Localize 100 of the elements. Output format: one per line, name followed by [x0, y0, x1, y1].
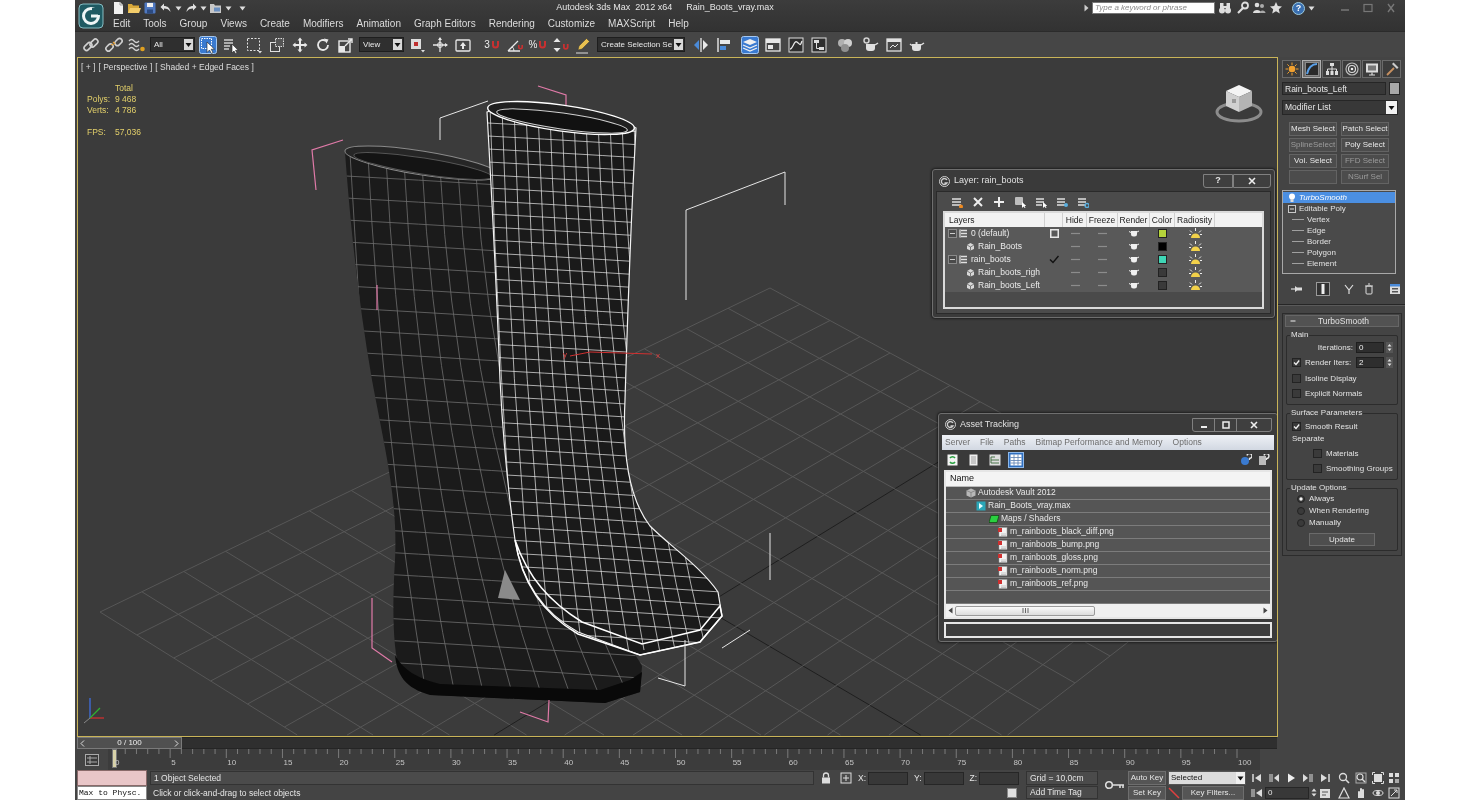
table-grid-icon[interactable]: [1008, 451, 1024, 468]
zoom-extents-icon[interactable]: [1371, 771, 1384, 784]
broken-chain-icon[interactable]: [105, 35, 123, 54]
modifier-set-button[interactable]: Vol. Select: [1289, 154, 1337, 168]
list-ring-icon[interactable]: [1077, 195, 1089, 208]
crosshair-icon[interactable]: [431, 35, 449, 54]
modifier-set-button[interactable]: Patch Select: [1341, 122, 1389, 136]
grid-box-icon[interactable]: [84, 753, 99, 766]
menu-item[interactable]: Views: [220, 17, 247, 30]
checkbox[interactable]: [1313, 464, 1322, 473]
viewport-menu-label[interactable]: [ Shaded + Edged Faces ]: [155, 61, 254, 74]
square-cursor-icon[interactable]: [1014, 195, 1026, 208]
column-header[interactable]: Name: [946, 471, 1270, 487]
teapot-icon[interactable]: [1129, 282, 1139, 289]
help-button[interactable]: ?: [1292, 1, 1305, 15]
command-panel-tab[interactable]: [1342, 60, 1361, 78]
triangle-icon[interactable]: [1338, 786, 1350, 799]
layer-name[interactable]: Rain_boots_righ: [978, 266, 1040, 279]
spinner-arrows-icon[interactable]: [1386, 342, 1393, 353]
command-panel-tab[interactable]: [1282, 60, 1301, 78]
schematic-icon[interactable]: [810, 35, 829, 54]
zoom-icon[interactable]: [1338, 771, 1350, 784]
scrollbar-thumb[interactable]: [955, 605, 1095, 616]
command-panel-tab[interactable]: [1302, 60, 1321, 78]
auto-key-button[interactable]: Auto Key: [1128, 771, 1166, 785]
caret-icon[interactable]: [200, 5, 207, 11]
menu-item[interactable]: Create: [259, 17, 290, 30]
teapot-circle-icon[interactable]: [862, 35, 881, 54]
radio-button[interactable]: [1297, 495, 1305, 503]
teapot-icon[interactable]: [1129, 256, 1139, 263]
color-swatch-icon[interactable]: [1158, 255, 1167, 264]
modifier-list-dropdown[interactable]: Modifier List: [1282, 100, 1398, 115]
color-swatch-icon[interactable]: [1158, 229, 1167, 238]
sun-icon[interactable]: [1188, 228, 1202, 239]
modifier-stack-item[interactable]: Border: [1283, 236, 1395, 247]
people-icon[interactable]: [1252, 1, 1266, 15]
menu-item[interactable]: Options: [1172, 436, 1202, 449]
new-file-icon[interactable]: [111, 1, 125, 15]
panel-toggle-icon[interactable]: [764, 35, 783, 54]
dashed-square-icon[interactable]: [245, 35, 263, 54]
scale-box-icon[interactable]: [337, 35, 355, 54]
update-button[interactable]: Update: [1309, 533, 1375, 546]
script-input-field[interactable]: Max to Physc.: [77, 786, 147, 800]
chevron-right-icon[interactable]: [174, 739, 179, 747]
teapot-icon[interactable]: [1129, 230, 1139, 237]
open-folder-icon[interactable]: [127, 1, 141, 15]
chevron-left-icon[interactable]: [80, 739, 85, 747]
sun-icon[interactable]: [1188, 267, 1202, 278]
layer-name[interactable]: rain_boots: [971, 253, 1011, 266]
modifier-set-button[interactable]: Mesh Select: [1289, 122, 1337, 136]
scroll-left-icon[interactable]: [948, 607, 953, 615]
trackbar[interactable]: 0 5 10 15 20 25 30 35 40 45 50 55 60 65 70 75 80 85 90 95 100: [108, 749, 1260, 770]
padlock-icon[interactable]: [820, 772, 832, 784]
coordinate-field[interactable]: [868, 771, 909, 785]
menu-item[interactable]: MAXScript: [608, 17, 656, 30]
coordinate-system-dropdown[interactable]: View: [359, 37, 404, 52]
percent-snap-button[interactable]: %: [528, 34, 548, 55]
vertical-bar-icon[interactable]: [1316, 282, 1330, 296]
scroll-right-icon[interactable]: [1263, 607, 1268, 615]
viewport-menu-label[interactable]: [ Perspective ]: [98, 61, 153, 74]
skip-to-end-icon[interactable]: [1319, 771, 1331, 784]
menu-item[interactable]: Rendering: [488, 17, 535, 30]
zoom-all-icon[interactable]: [1354, 771, 1367, 784]
checkbox[interactable]: [1292, 389, 1301, 398]
play-icon[interactable]: [1285, 771, 1297, 784]
menu-item[interactable]: Help: [668, 17, 689, 30]
app-logo-icon[interactable]: [78, 2, 104, 29]
sun-icon[interactable]: [1188, 254, 1202, 265]
menu-item[interactable]: Animation: [356, 17, 401, 30]
menu-item[interactable]: Edit: [113, 17, 131, 30]
trash-bin-icon[interactable]: [1362, 282, 1376, 296]
plus-icon[interactable]: [993, 195, 1005, 208]
coordinate-field[interactable]: [923, 771, 964, 785]
window-lines-icon[interactable]: [1319, 786, 1331, 799]
maximize-icon[interactable]: [1221, 420, 1230, 429]
layer-name[interactable]: 0 (default): [971, 227, 1010, 240]
time-slider-track[interactable]: 0 / 100: [77, 737, 1277, 749]
modifier-stack-item[interactable]: Edge: [1283, 225, 1395, 236]
menu-item[interactable]: Server: [945, 436, 971, 449]
expand-arrow-icon[interactable]: [1084, 4, 1089, 12]
light-bulb-icon[interactable]: [1288, 192, 1296, 203]
menu-item[interactable]: Graph Editors: [413, 17, 476, 30]
key-icon[interactable]: [1105, 780, 1125, 790]
spinner-arrows-icon[interactable]: [1311, 787, 1317, 798]
rollout-header[interactable]: TurboSmooth: [1285, 315, 1399, 327]
teapot-icon[interactable]: [1129, 269, 1139, 276]
search-field[interactable]: Type a keyword or phrase: [1092, 2, 1215, 14]
menu-item[interactable]: Modifiers: [302, 17, 344, 30]
time-slider-thumb[interactable]: 0 / 100: [77, 737, 182, 749]
menu-item[interactable]: Group: [179, 17, 208, 30]
previous-frame-icon[interactable]: [1268, 771, 1280, 784]
collapse-box-icon[interactable]: [948, 255, 957, 264]
menu-item[interactable]: File: [980, 436, 994, 449]
overlapping-squares-icon[interactable]: [268, 35, 286, 54]
spinner-arrows-icon[interactable]: [1386, 357, 1393, 368]
collapse-icon[interactable]: [1289, 317, 1297, 325]
binoculars-icon[interactable]: [1218, 1, 1232, 15]
named-selection-dropdown[interactable]: Create Selection Se: [597, 37, 686, 52]
viewport-menu-label[interactable]: [ + ]: [81, 61, 96, 74]
maximize-viewport-icon[interactable]: [1388, 786, 1401, 799]
